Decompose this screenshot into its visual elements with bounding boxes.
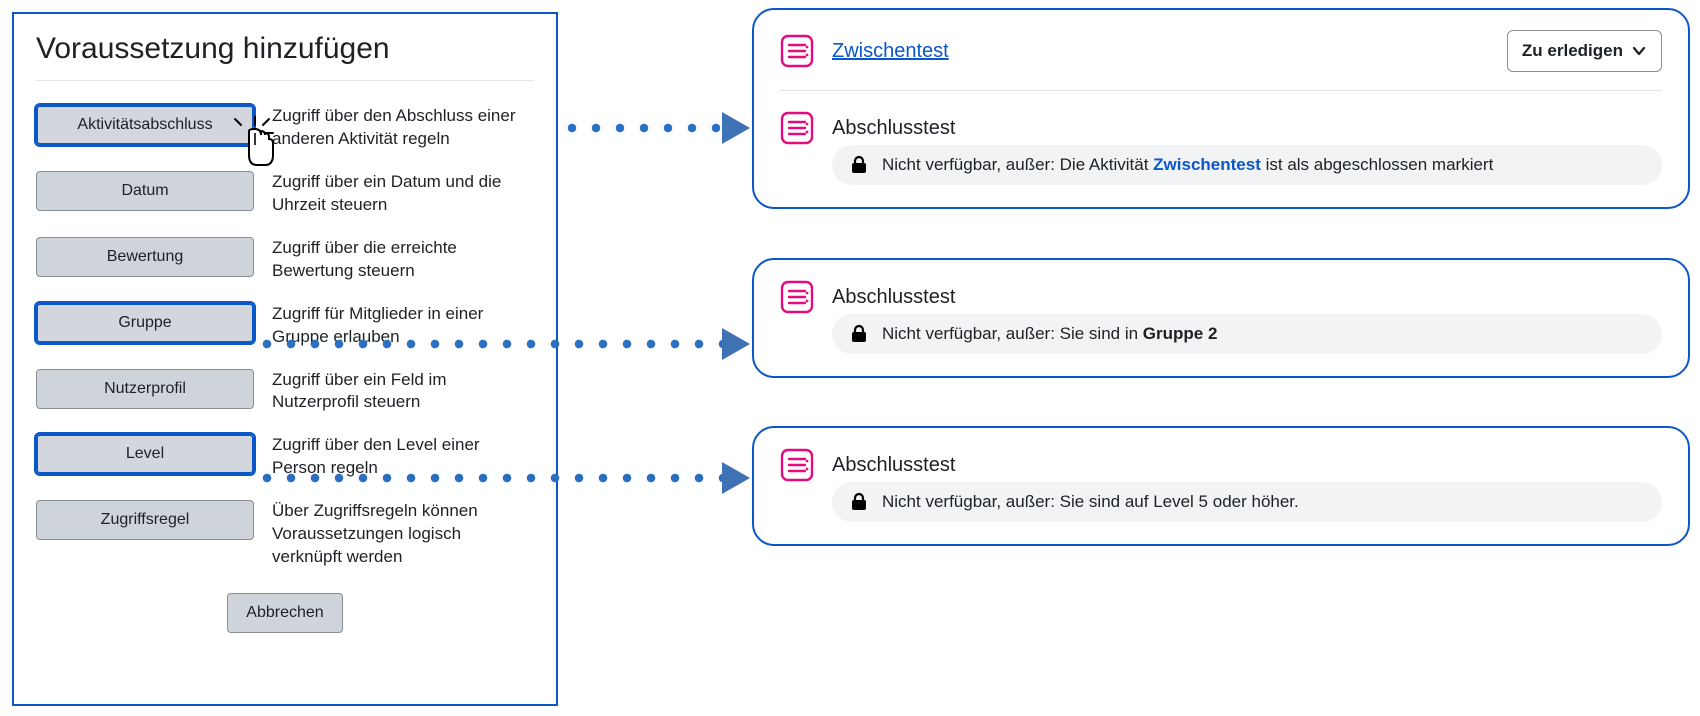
dialog-title: Voraussetzung hinzufügen bbox=[36, 32, 534, 66]
activity-link[interactable]: Zwischentest bbox=[832, 40, 949, 63]
activity-title: Abschlusstest bbox=[832, 454, 955, 477]
restriction-option-grade-button[interactable]: Bewertung bbox=[36, 237, 254, 277]
card-group: Abschlusstest Nicht verfügbar, außer: Sie… bbox=[752, 258, 1690, 378]
add-restriction-dialog: Voraussetzung hinzufügen Aktivitätsabsch… bbox=[12, 12, 558, 706]
restriction-option-group-button[interactable]: Gruppe bbox=[36, 303, 254, 343]
quiz-icon bbox=[780, 111, 814, 145]
restriction-option-grade-description: Zugriff über die erreichte Bewertung ste… bbox=[272, 237, 534, 283]
activity-title: Abschlusstest bbox=[832, 286, 955, 309]
restriction-option-activity-completion-button[interactable]: Aktivitätsabschluss bbox=[36, 105, 254, 145]
lock-icon bbox=[850, 155, 868, 175]
connector-dots-activity bbox=[560, 118, 725, 138]
quiz-icon bbox=[780, 448, 814, 482]
card-level: Abschlusstest Nicht verfügbar, außer: Sie… bbox=[752, 426, 1690, 546]
completion-toggle-button[interactable]: Zu erledigen bbox=[1507, 30, 1662, 72]
restriction-option-row: Bewertung Zugriff über die erreichte Bewe… bbox=[36, 231, 534, 297]
restriction-option-userprofile-description: Zugriff über ein Feld im Nutzerprofil st… bbox=[272, 369, 534, 415]
restriction-option-row: Nutzerprofil Zugriff über ein Feld im Nut… bbox=[36, 363, 534, 429]
restriction-option-ruleset-description: Über Zugriffsregeln können Voraussetzung… bbox=[272, 500, 534, 569]
restriction-text: Nicht verfügbar, außer: Sie sind in Grup… bbox=[882, 324, 1217, 344]
card-activity: Zwischentest Zu erledigen Abschlusstest Nic… bbox=[752, 8, 1690, 209]
restriction-text: Nicht verfügbar, außer: Die Aktivität Zw… bbox=[882, 155, 1493, 175]
activity-row: Abschlusstest bbox=[780, 111, 1662, 145]
restriction-option-date-button[interactable]: Datum bbox=[36, 171, 254, 211]
lock-icon bbox=[850, 492, 868, 512]
restriction-message: Nicht verfügbar, außer: Sie sind auf Lev… bbox=[832, 482, 1662, 522]
restriction-text-prefix: Nicht verfügbar, außer: Die Aktivität bbox=[882, 155, 1153, 174]
restriction-option-level-button[interactable]: Level bbox=[36, 434, 254, 474]
connector-arrow-activity bbox=[722, 112, 750, 144]
restriction-option-ruleset-button[interactable]: Zugriffsregel bbox=[36, 500, 254, 540]
quiz-icon bbox=[780, 280, 814, 314]
connector-arrow-group bbox=[722, 328, 750, 360]
activity-row: Abschlusstest bbox=[780, 448, 1662, 482]
cancel-button[interactable]: Abbrechen bbox=[227, 593, 342, 633]
restriction-text-prefix: Nicht verfügbar, außer: Sie sind auf Lev… bbox=[882, 492, 1299, 511]
connector-dots-level bbox=[255, 468, 725, 488]
restriction-option-activity-completion-description: Zugriff über den Abschluss einer anderen… bbox=[272, 105, 534, 151]
activity-row: Zwischentest Zu erledigen bbox=[780, 30, 1662, 72]
activity-title: Abschlusstest bbox=[832, 117, 955, 140]
restriction-text-bold[interactable]: Zwischentest bbox=[1153, 155, 1261, 174]
restriction-option-date-description: Zugriff über ein Datum und die Uhrzeit s… bbox=[272, 171, 534, 217]
divider bbox=[36, 80, 534, 81]
connector-arrow-level bbox=[722, 462, 750, 494]
chevron-down-icon bbox=[1631, 43, 1647, 59]
restriction-text: Nicht verfügbar, außer: Sie sind auf Lev… bbox=[882, 492, 1299, 512]
connector-dots-group bbox=[255, 334, 725, 354]
restriction-option-row: Datum Zugriff über ein Datum und die Uhrz… bbox=[36, 165, 534, 231]
restriction-text-prefix: Nicht verfügbar, außer: Sie sind in bbox=[882, 324, 1143, 343]
restriction-option-row: Zugriffsregel Über Zugriffsregeln können … bbox=[36, 494, 534, 583]
restriction-option-userprofile-button[interactable]: Nutzerprofil bbox=[36, 369, 254, 409]
restriction-text-bold: Gruppe 2 bbox=[1143, 324, 1218, 343]
restriction-message: Nicht verfügbar, außer: Sie sind in Grup… bbox=[832, 314, 1662, 354]
restriction-message: Nicht verfügbar, außer: Die Aktivität Zw… bbox=[832, 145, 1662, 185]
quiz-icon bbox=[780, 34, 814, 68]
activity-row: Abschlusstest bbox=[780, 280, 1662, 314]
divider bbox=[780, 90, 1662, 91]
restriction-option-row: Aktivitätsabschluss Zugriff über den Absc… bbox=[36, 99, 534, 165]
restriction-text-suffix: ist als abgeschlossen markiert bbox=[1261, 155, 1493, 174]
lock-icon bbox=[850, 324, 868, 344]
completion-toggle-label: Zu erledigen bbox=[1522, 41, 1623, 61]
